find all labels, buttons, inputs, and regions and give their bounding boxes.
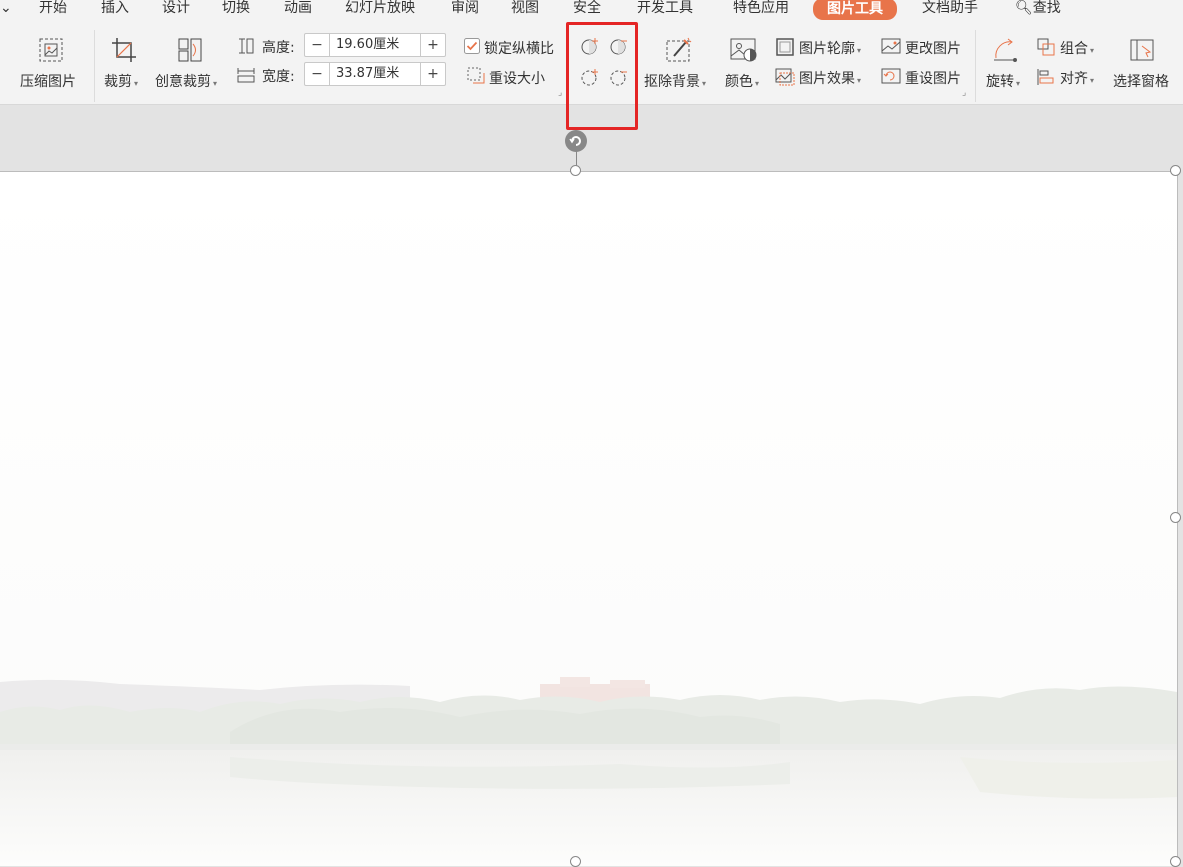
creative-crop-label: 创意裁剪 xyxy=(155,74,211,90)
dropdown-arrow-icon: ▾ xyxy=(857,76,862,85)
dropdown-arrow-icon: ▾ xyxy=(755,79,760,88)
compress-picture-icon[interactable] xyxy=(37,36,65,64)
picture-effect-icon[interactable] xyxy=(775,68,795,86)
width-decrease-button[interactable]: − xyxy=(305,63,329,85)
lock-aspect-ratio-label[interactable]: 锁定纵横比 xyxy=(484,38,554,58)
reset-size-label[interactable]: 重设大小 xyxy=(489,68,545,88)
compress-picture-label[interactable]: 压缩图片 xyxy=(20,71,76,91)
align-icon[interactable] xyxy=(1037,68,1055,86)
rotate-handle[interactable] xyxy=(565,130,587,152)
chevron-down-icon[interactable]: ⌄ xyxy=(0,0,12,18)
resize-handle-bottom-right[interactable] xyxy=(1170,856,1181,867)
menu-animation[interactable]: 动画 xyxy=(284,0,312,18)
group-label: 组合 xyxy=(1060,41,1088,57)
rotate-arrow-icon xyxy=(569,136,581,146)
picture-effect-label: 图片效果 xyxy=(799,71,855,87)
dropdown-arrow-icon: ▾ xyxy=(1090,76,1095,85)
remove-background-icon[interactable] xyxy=(664,36,694,64)
menu-bar: ⌄ 开始 插入 设计 切换 动画 幻灯片放映 审阅 视图 安全 开发工具 特色应… xyxy=(0,0,1183,20)
resize-handle-top[interactable] xyxy=(570,165,581,176)
dropdown-arrow-icon: ▾ xyxy=(702,79,707,88)
width-input[interactable]: 33.87厘米 xyxy=(329,63,421,85)
picture-effect-button[interactable]: 图片效果 ▾ xyxy=(799,68,861,88)
resize-handle-right[interactable] xyxy=(1170,512,1181,523)
search-label: 查找 xyxy=(1032,0,1061,16)
align-button[interactable]: 对齐 ▾ xyxy=(1060,68,1094,88)
menu-security[interactable]: 安全 xyxy=(573,0,601,18)
picture-color-icon[interactable] xyxy=(729,36,759,64)
align-label: 对齐 xyxy=(1060,71,1088,87)
remove-background-button[interactable]: 抠除背景 ▾ xyxy=(644,71,706,91)
change-picture-label[interactable]: 更改图片 xyxy=(905,38,961,58)
checkbox-checked-icon[interactable] xyxy=(464,38,480,54)
divider xyxy=(94,30,95,102)
rotate-label: 旋转 xyxy=(986,74,1014,90)
remove-background-label: 抠除背景 xyxy=(644,74,700,90)
picture-color-label: 颜色 xyxy=(725,74,753,90)
crop-icon[interactable] xyxy=(110,36,138,64)
menu-insert[interactable]: 插入 xyxy=(101,0,129,18)
dropdown-arrow-icon: ▾ xyxy=(213,79,218,88)
search-menu[interactable]: 🔍︎查找 xyxy=(1015,0,1061,18)
change-picture-icon[interactable] xyxy=(881,38,901,56)
height-stepper[interactable]: − 19.60厘米 + xyxy=(304,33,446,57)
rotate-icon[interactable] xyxy=(990,36,1020,64)
width-label: 宽度: xyxy=(262,69,295,85)
menu-transition[interactable]: 切换 xyxy=(222,0,250,18)
reset-picture-icon[interactable] xyxy=(881,68,901,86)
reset-size-icon[interactable] xyxy=(467,67,485,85)
group-button[interactable]: 组合 ▾ xyxy=(1060,38,1094,58)
height-label: 高度: xyxy=(262,40,295,56)
divider xyxy=(975,30,976,102)
menu-picture-tools[interactable]: 图片工具 xyxy=(813,0,897,20)
picture-outline-label: 图片轮廓 xyxy=(799,41,855,57)
height-increase-button[interactable]: + xyxy=(421,34,445,56)
dropdown-arrow-icon: ▾ xyxy=(1090,46,1095,55)
dropdown-arrow-icon: ▾ xyxy=(857,46,862,55)
dialog-launcher-icon[interactable]: ⌟ xyxy=(962,88,966,98)
dropdown-arrow-icon: ▾ xyxy=(1016,79,1021,88)
height-decrease-button[interactable]: − xyxy=(305,34,329,56)
width-increase-button[interactable]: + xyxy=(421,63,445,85)
menu-developer[interactable]: 开发工具 xyxy=(637,0,693,18)
highlight-box xyxy=(566,22,638,130)
width-stepper[interactable]: − 33.87厘米 + xyxy=(304,62,446,86)
selection-pane-label[interactable]: 选择窗格 xyxy=(1113,71,1169,91)
height-icon xyxy=(237,37,255,55)
selection-pane-icon[interactable] xyxy=(1128,36,1158,64)
dialog-launcher-icon[interactable]: ⌟ xyxy=(558,88,562,98)
width-icon xyxy=(236,66,256,84)
height-input[interactable]: 19.60厘米 xyxy=(329,34,421,56)
resize-handle-top-right[interactable] xyxy=(1170,165,1181,176)
menu-slideshow[interactable]: 幻灯片放映 xyxy=(345,0,415,18)
creative-crop-icon[interactable] xyxy=(176,36,204,64)
menu-view[interactable]: 视图 xyxy=(511,0,539,18)
slide-picture[interactable] xyxy=(0,171,1178,866)
picture-outline-icon[interactable] xyxy=(776,38,794,56)
menu-doc-assistant[interactable]: 文档助手 xyxy=(922,0,978,18)
menu-review[interactable]: 审阅 xyxy=(451,0,479,18)
rotate-button[interactable]: 旋转 ▾ xyxy=(986,71,1020,91)
picture-color-button[interactable]: 颜色 ▾ xyxy=(725,71,759,91)
crop-button[interactable]: 裁剪 ▾ xyxy=(104,71,138,91)
menu-design[interactable]: 设计 xyxy=(162,0,190,18)
menu-home[interactable]: 开始 xyxy=(39,0,67,18)
menu-special[interactable]: 特色应用 xyxy=(733,0,789,18)
group-icon[interactable] xyxy=(1037,38,1055,56)
creative-crop-button[interactable]: 创意裁剪 ▾ xyxy=(155,71,217,91)
dropdown-arrow-icon: ▾ xyxy=(134,79,139,88)
resize-handle-bottom[interactable] xyxy=(570,856,581,867)
picture-outline-button[interactable]: 图片轮廓 ▾ xyxy=(799,38,861,58)
search-icon: 🔍︎ xyxy=(1015,0,1033,16)
reset-picture-label[interactable]: 重设图片 xyxy=(905,68,961,88)
crop-label: 裁剪 xyxy=(104,74,132,90)
lake-landscape-image xyxy=(0,172,1177,866)
